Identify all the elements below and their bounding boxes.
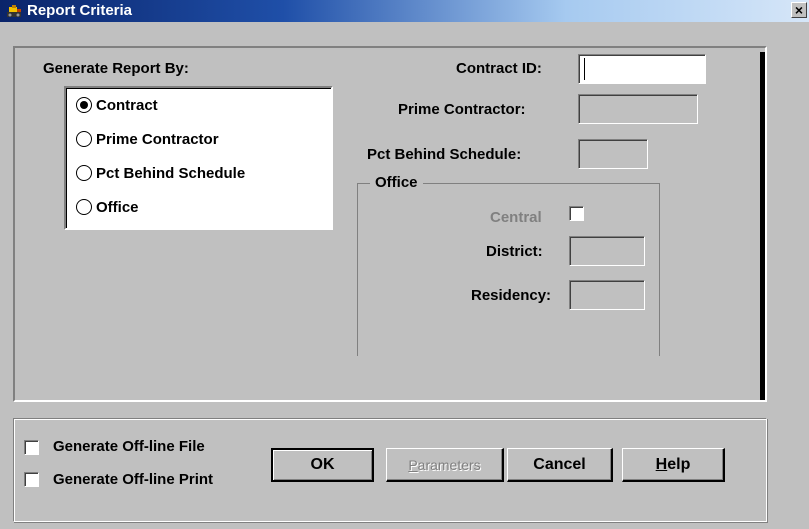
generate-by-radio-group: Contract Prime Contractor Pct Behind Sch… — [64, 86, 333, 230]
panel-divider — [760, 52, 765, 400]
close-icon: × — [794, 2, 804, 18]
cancel-button[interactable]: Cancel — [507, 448, 613, 482]
ok-button[interactable]: OK — [271, 448, 374, 482]
help-label: Help — [655, 455, 691, 473]
radio-prime-contractor[interactable]: Prime Contractor — [76, 128, 219, 150]
offline-file-label: Generate Off-line File — [53, 438, 205, 455]
radio-label: Contract — [96, 96, 158, 114]
bulldozer-icon — [7, 5, 21, 17]
ok-label: OK — [310, 456, 335, 473]
residency-label: Residency: — [471, 287, 552, 304]
radio-pct-behind-schedule[interactable]: Pct Behind Schedule — [76, 162, 245, 184]
offline-print-label: Generate Off-line Print — [53, 471, 214, 488]
central-label: Central — [490, 209, 542, 226]
parameters-button[interactable]: Parameters — [386, 448, 504, 482]
radio-label: Office — [96, 198, 139, 216]
radio-label: Pct Behind Schedule — [96, 164, 246, 182]
district-input[interactable] — [569, 236, 645, 266]
title-bar[interactable]: Report Criteria × — [0, 0, 809, 22]
help-button[interactable]: Help — [622, 448, 725, 482]
radio-button[interactable] — [76, 199, 92, 215]
contract-id-input[interactable] — [578, 54, 706, 84]
cancel-label: Cancel — [533, 455, 586, 473]
radio-button[interactable] — [76, 131, 92, 147]
pct-behind-schedule-label: Pct Behind Schedule: — [367, 146, 522, 163]
radio-label: Prime Contractor — [96, 130, 219, 148]
radio-contract[interactable]: Contract — [76, 94, 158, 116]
pct-behind-schedule-input[interactable] — [578, 139, 648, 169]
parameters-label: Parameters — [408, 456, 481, 473]
radio-office[interactable]: Office — [76, 196, 139, 218]
prime-contractor-input[interactable] — [578, 94, 698, 124]
text-cursor — [584, 58, 585, 80]
prime-contractor-label: Prime Contractor: — [398, 101, 526, 118]
office-legend: Office — [370, 174, 423, 191]
report-criteria-window: Report Criteria × Generate Report By: Co… — [0, 0, 809, 529]
residency-input[interactable] — [569, 280, 645, 310]
offline-print-checkbox[interactable] — [24, 472, 39, 487]
radio-button[interactable] — [76, 165, 92, 181]
district-label: District: — [486, 243, 543, 260]
close-button[interactable]: × — [791, 2, 807, 18]
offline-file-checkbox[interactable] — [24, 440, 39, 455]
generate-by-label: Generate Report By: — [43, 60, 189, 77]
window-title: Report Criteria — [27, 2, 133, 19]
contract-id-label: Contract ID: — [456, 60, 542, 77]
central-checkbox[interactable] — [569, 206, 584, 221]
radio-button-selected[interactable] — [76, 97, 92, 113]
